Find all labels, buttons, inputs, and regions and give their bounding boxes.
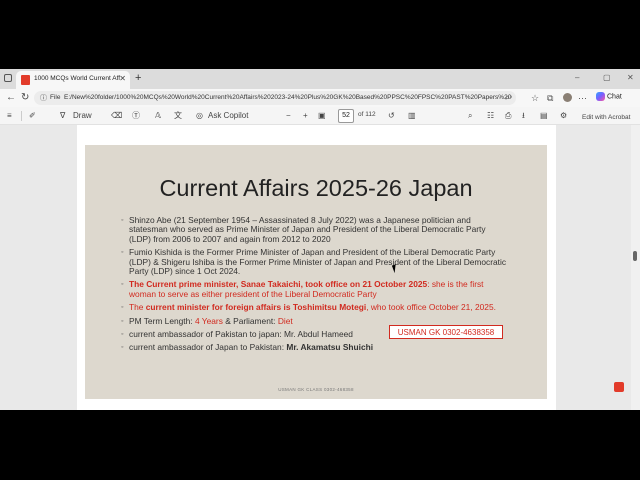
url-text[interactable]: E:/New%20folder/1000%20MCQs%20World%20Cu… xyxy=(64,94,512,101)
scheme-label: File xyxy=(50,94,61,101)
bullet-text: current ambassador of Japan to Pakistan: xyxy=(129,342,287,353)
pdf-toolbar: ≡ ✐ ∇ Draw ⌫ Ⓣ 𝔸 文 ◎ Ask Copilot − + ▣ 5… xyxy=(0,107,640,125)
zoom-in-button[interactable]: + xyxy=(303,110,308,121)
address-bar: ← ↻ ⓘ File E:/New%20folder/1000%20MCQs%2… xyxy=(0,89,640,107)
page-view-icon[interactable]: ▥ xyxy=(408,110,416,121)
comment-icon[interactable]: ☷ xyxy=(487,110,494,121)
list-item: current ambassador of Japan to Pakistan:… xyxy=(121,342,509,354)
save-icon[interactable]: ⭳ xyxy=(522,110,525,121)
collections-icon[interactable]: ⧉ xyxy=(547,92,553,104)
save-as-icon[interactable]: ▤ xyxy=(540,110,548,121)
tab-actions-icon[interactable] xyxy=(4,74,12,82)
highlight-icon[interactable]: ✐ xyxy=(29,110,36,121)
zoom-icon[interactable]: ⌕ xyxy=(506,93,510,103)
minimize-icon[interactable]: – xyxy=(575,73,579,82)
refresh-icon[interactable]: ↻ xyxy=(21,92,29,104)
contact-stamp: USMAN GK 0302-4638358 xyxy=(389,325,503,339)
tab-active[interactable]: 1000 MCQs World Current Affairs ✕ xyxy=(16,71,130,89)
tab-title: 1000 MCQs World Current Affairs xyxy=(34,75,120,82)
list-item: The current minister for foreign affairs… xyxy=(121,302,509,314)
rotate-icon[interactable]: ↺ xyxy=(388,110,395,121)
vertical-scrollbar[interactable] xyxy=(631,125,640,410)
divider xyxy=(21,111,22,121)
list-item: The Current prime minister, Sanae Takaic… xyxy=(121,280,509,299)
draw-icon[interactable]: ∇ xyxy=(60,110,65,121)
term-value: 4 Years xyxy=(194,315,223,326)
print-icon[interactable]: ⎙ xyxy=(505,110,511,121)
list-item: Fumio Kishida is the Former Prime Minist… xyxy=(121,248,509,276)
draw-label[interactable]: Draw xyxy=(73,110,92,121)
fit-page-icon[interactable]: ▣ xyxy=(318,110,326,121)
bullet-text: PM Term Length: xyxy=(129,315,195,326)
bullet-text: Fumio Kishida is the Former Prime Minist… xyxy=(129,247,507,277)
text-icon[interactable]: Ⓣ xyxy=(132,110,140,121)
acrobat-icon[interactable] xyxy=(614,382,624,392)
slide: Current Affairs 2025-26 Japan Shinzo Abe… xyxy=(85,145,547,399)
search-icon[interactable]: ⌕ xyxy=(468,110,472,121)
info-icon[interactable]: ⓘ xyxy=(40,93,47,103)
edit-with-acrobat-button[interactable]: Edit with Acrobat xyxy=(582,112,630,123)
maximize-icon[interactable]: ▢ xyxy=(603,73,611,82)
tab-close-icon[interactable]: ✕ xyxy=(119,74,126,83)
favorite-icon[interactable]: ☆ xyxy=(531,92,539,104)
bullet-text: current ambassador of Pakistan to japan: xyxy=(129,329,285,340)
ambassador-name: Mr. Akamatsu Shuichi xyxy=(286,342,374,353)
zoom-out-button[interactable]: − xyxy=(286,110,291,121)
copilot-chat-button[interactable]: Chat xyxy=(596,92,622,101)
slide-title: Current Affairs 2025-26 Japan xyxy=(159,175,473,201)
settings-icon[interactable]: ⚙ xyxy=(560,110,567,121)
url-field[interactable]: ⓘ File E:/New%20folder/1000%20MCQs%20Wor… xyxy=(34,91,516,105)
bullet-text: & Parliament: xyxy=(222,315,278,326)
more-icon[interactable]: ⋯ xyxy=(578,92,587,104)
read-aloud-icon[interactable]: 𝔸 xyxy=(155,110,161,121)
copilot-icon xyxy=(596,92,605,101)
pdf-icon xyxy=(21,75,30,85)
bullet-emphasis: current minister for foreign affairs is … xyxy=(145,302,367,313)
back-icon[interactable]: ← xyxy=(6,92,16,104)
page-number-input[interactable]: 52 xyxy=(338,109,354,123)
bullet-text: Shinzo Abe (21 September 1954 – Assassin… xyxy=(129,215,486,244)
window-close-icon[interactable]: ✕ xyxy=(627,73,634,82)
ask-copilot-label[interactable]: Ask Copilot xyxy=(208,110,248,121)
page-total: of 112 xyxy=(358,111,376,118)
bullet-text: , who took office October 21, 2025. xyxy=(366,302,496,313)
list-item: Shinzo Abe (21 September 1954 – Assassin… xyxy=(121,215,509,244)
browser-window: 1000 MCQs World Current Affairs ✕ + – ▢ … xyxy=(0,69,640,410)
avatar[interactable] xyxy=(563,93,572,102)
ambassador-name: Mr. Abdul Hameed xyxy=(284,329,353,340)
new-tab-button[interactable]: + xyxy=(135,72,141,84)
pdf-viewer[interactable]: Current Affairs 2025-26 Japan Shinzo Abe… xyxy=(0,125,640,410)
translate-icon[interactable]: 文 xyxy=(174,110,182,121)
contents-icon[interactable]: ≡ xyxy=(7,110,12,121)
scrollbar-thumb[interactable] xyxy=(633,251,637,261)
slide-footer: USMAN GK CLASS 0302-468358 xyxy=(278,387,354,392)
erase-icon[interactable]: ⌫ xyxy=(111,110,122,121)
parliament-value: Diet xyxy=(277,315,293,326)
tab-bar: 1000 MCQs World Current Affairs ✕ + – ▢ … xyxy=(0,69,640,89)
chat-label: Chat xyxy=(607,93,622,101)
copilot-small-icon[interactable]: ◎ xyxy=(196,110,203,121)
bullet-text: The xyxy=(129,302,146,313)
